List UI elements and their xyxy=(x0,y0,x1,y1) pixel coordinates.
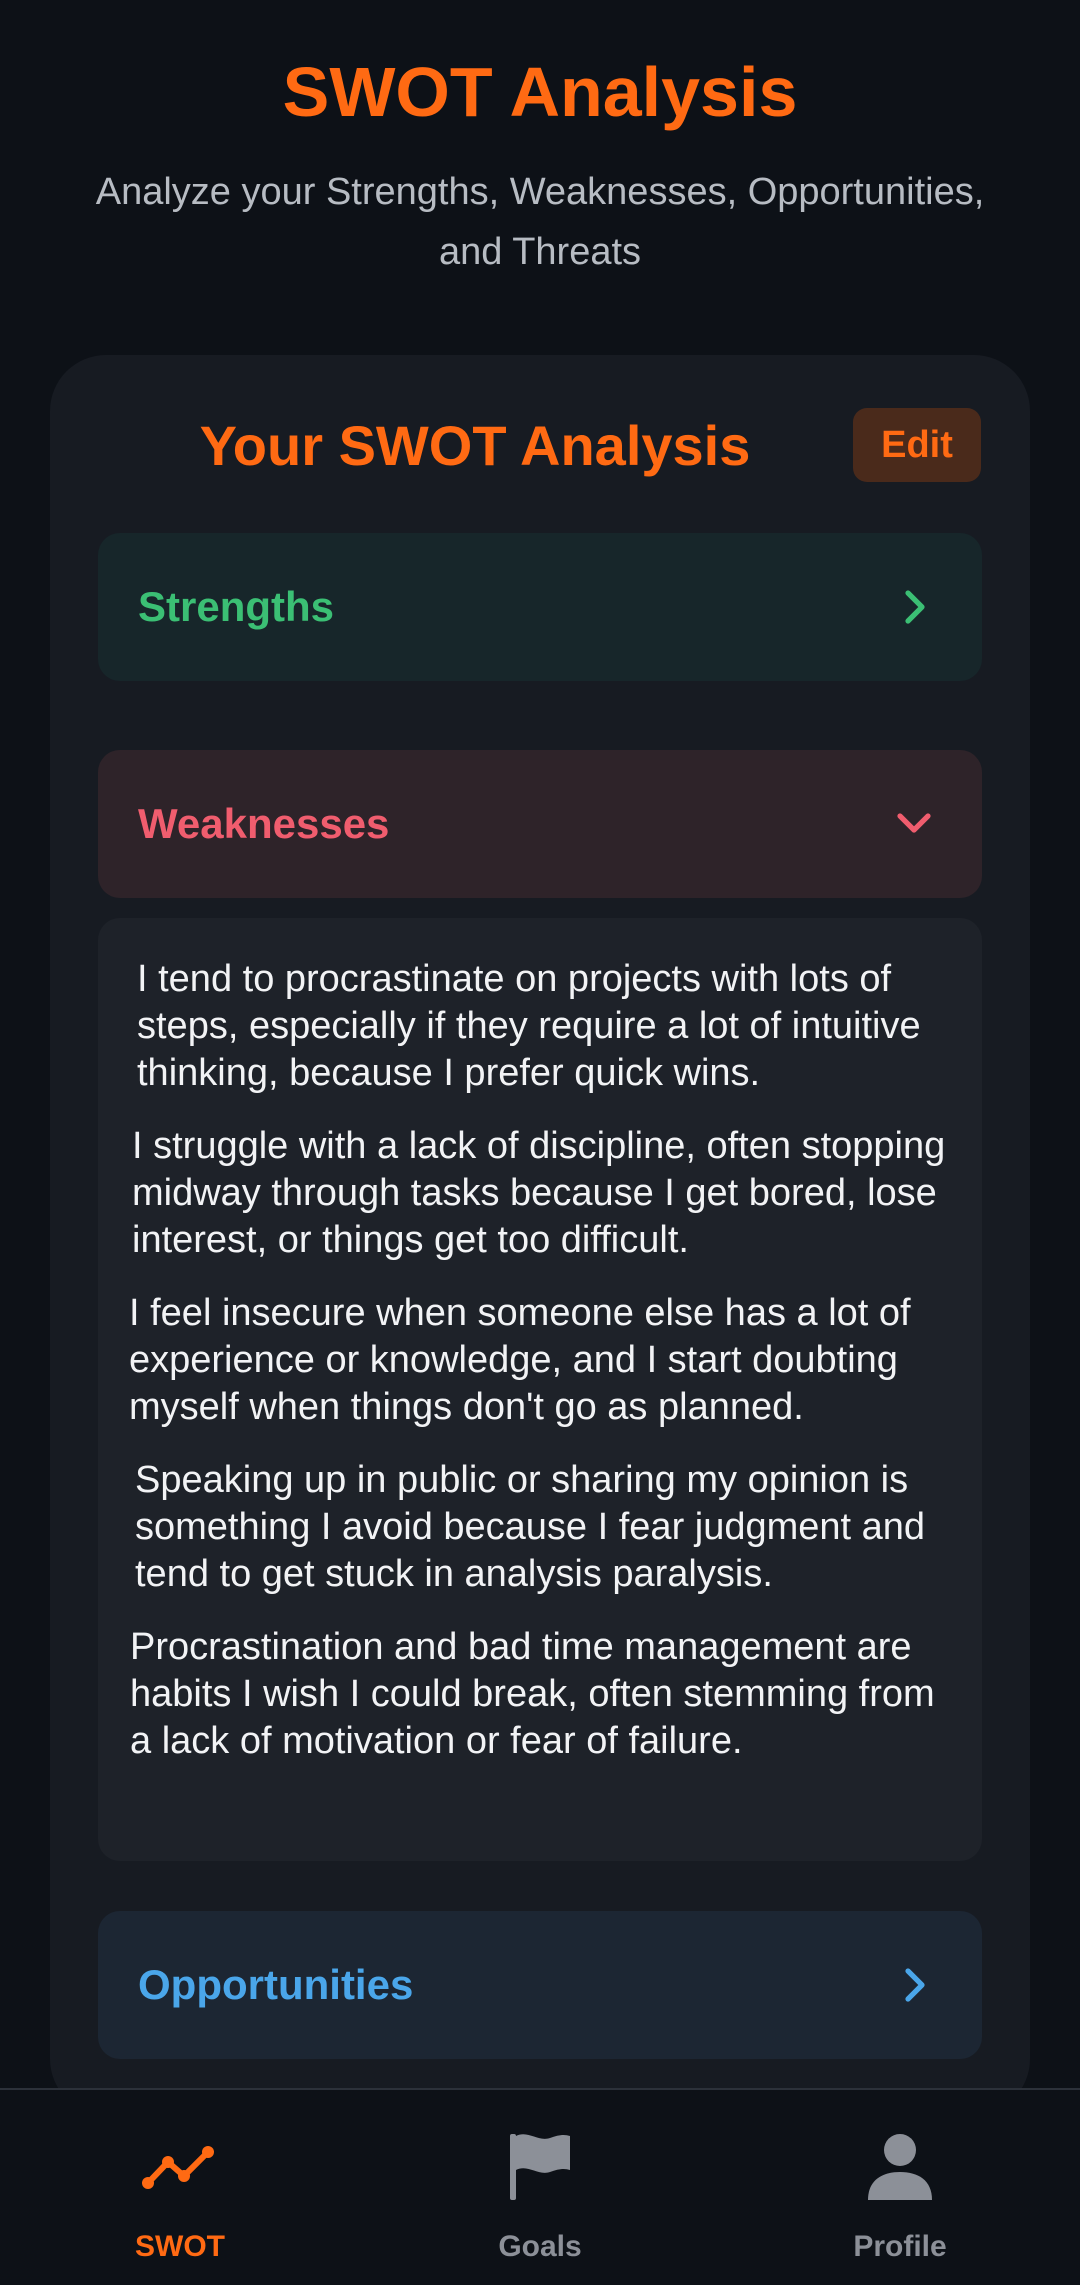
nav-label: Profile xyxy=(853,2230,947,2263)
opportunities-section-header[interactable]: Opportunities xyxy=(98,1911,982,2059)
weakness-item: I feel insecure when someone else has a … xyxy=(129,1292,911,1428)
chevron-right-icon xyxy=(905,1968,925,2002)
strengths-section-header[interactable]: Strengths xyxy=(98,533,982,681)
weaknesses-section-header[interactable]: Weaknesses xyxy=(98,750,982,898)
nav-label: Goals xyxy=(498,2230,582,2263)
page-title: SWOT Analysis xyxy=(282,53,798,131)
chevron-down-icon xyxy=(897,813,931,833)
person-icon xyxy=(868,2134,932,2200)
edit-button[interactable]: Edit xyxy=(853,408,981,482)
page-subtitle: Analyze your Strengths, Weaknesses, Oppo… xyxy=(95,171,985,273)
weaknesses-label: Weaknesses xyxy=(138,800,390,847)
nav-label: SWOT xyxy=(135,2230,225,2263)
flag-icon xyxy=(510,2134,570,2200)
chevron-right-icon xyxy=(905,590,925,624)
trend-line-icon xyxy=(142,2146,214,2189)
strengths-label: Strengths xyxy=(138,583,335,630)
weaknesses-content: I tend to procrastinate on projects with… xyxy=(98,918,982,1861)
bottom-nav: SWOT Goals Profile xyxy=(0,2088,1080,2285)
nav-item-goals[interactable]: Goals xyxy=(360,2090,720,2285)
weakness-item: I tend to procrastinate on projects with… xyxy=(137,958,921,1094)
nav-item-profile[interactable]: Profile xyxy=(720,2090,1080,2285)
weakness-item: Speaking up in public or sharing my opin… xyxy=(135,1459,926,1595)
opportunities-label: Opportunities xyxy=(138,1961,414,2008)
nav-item-swot[interactable]: SWOT xyxy=(0,2090,360,2285)
swot-screen: SWOT Analysis Analyze your Strengths, We… xyxy=(0,0,1080,2285)
card-title: Your SWOT Analysis xyxy=(199,414,751,477)
weakness-item: Procrastination and bad time management … xyxy=(130,1626,935,1762)
weakness-item: I struggle with a lack of discipline, of… xyxy=(132,1125,946,1261)
swot-card: Your SWOT Analysis Edit Strengths Weakne… xyxy=(50,355,1030,2115)
